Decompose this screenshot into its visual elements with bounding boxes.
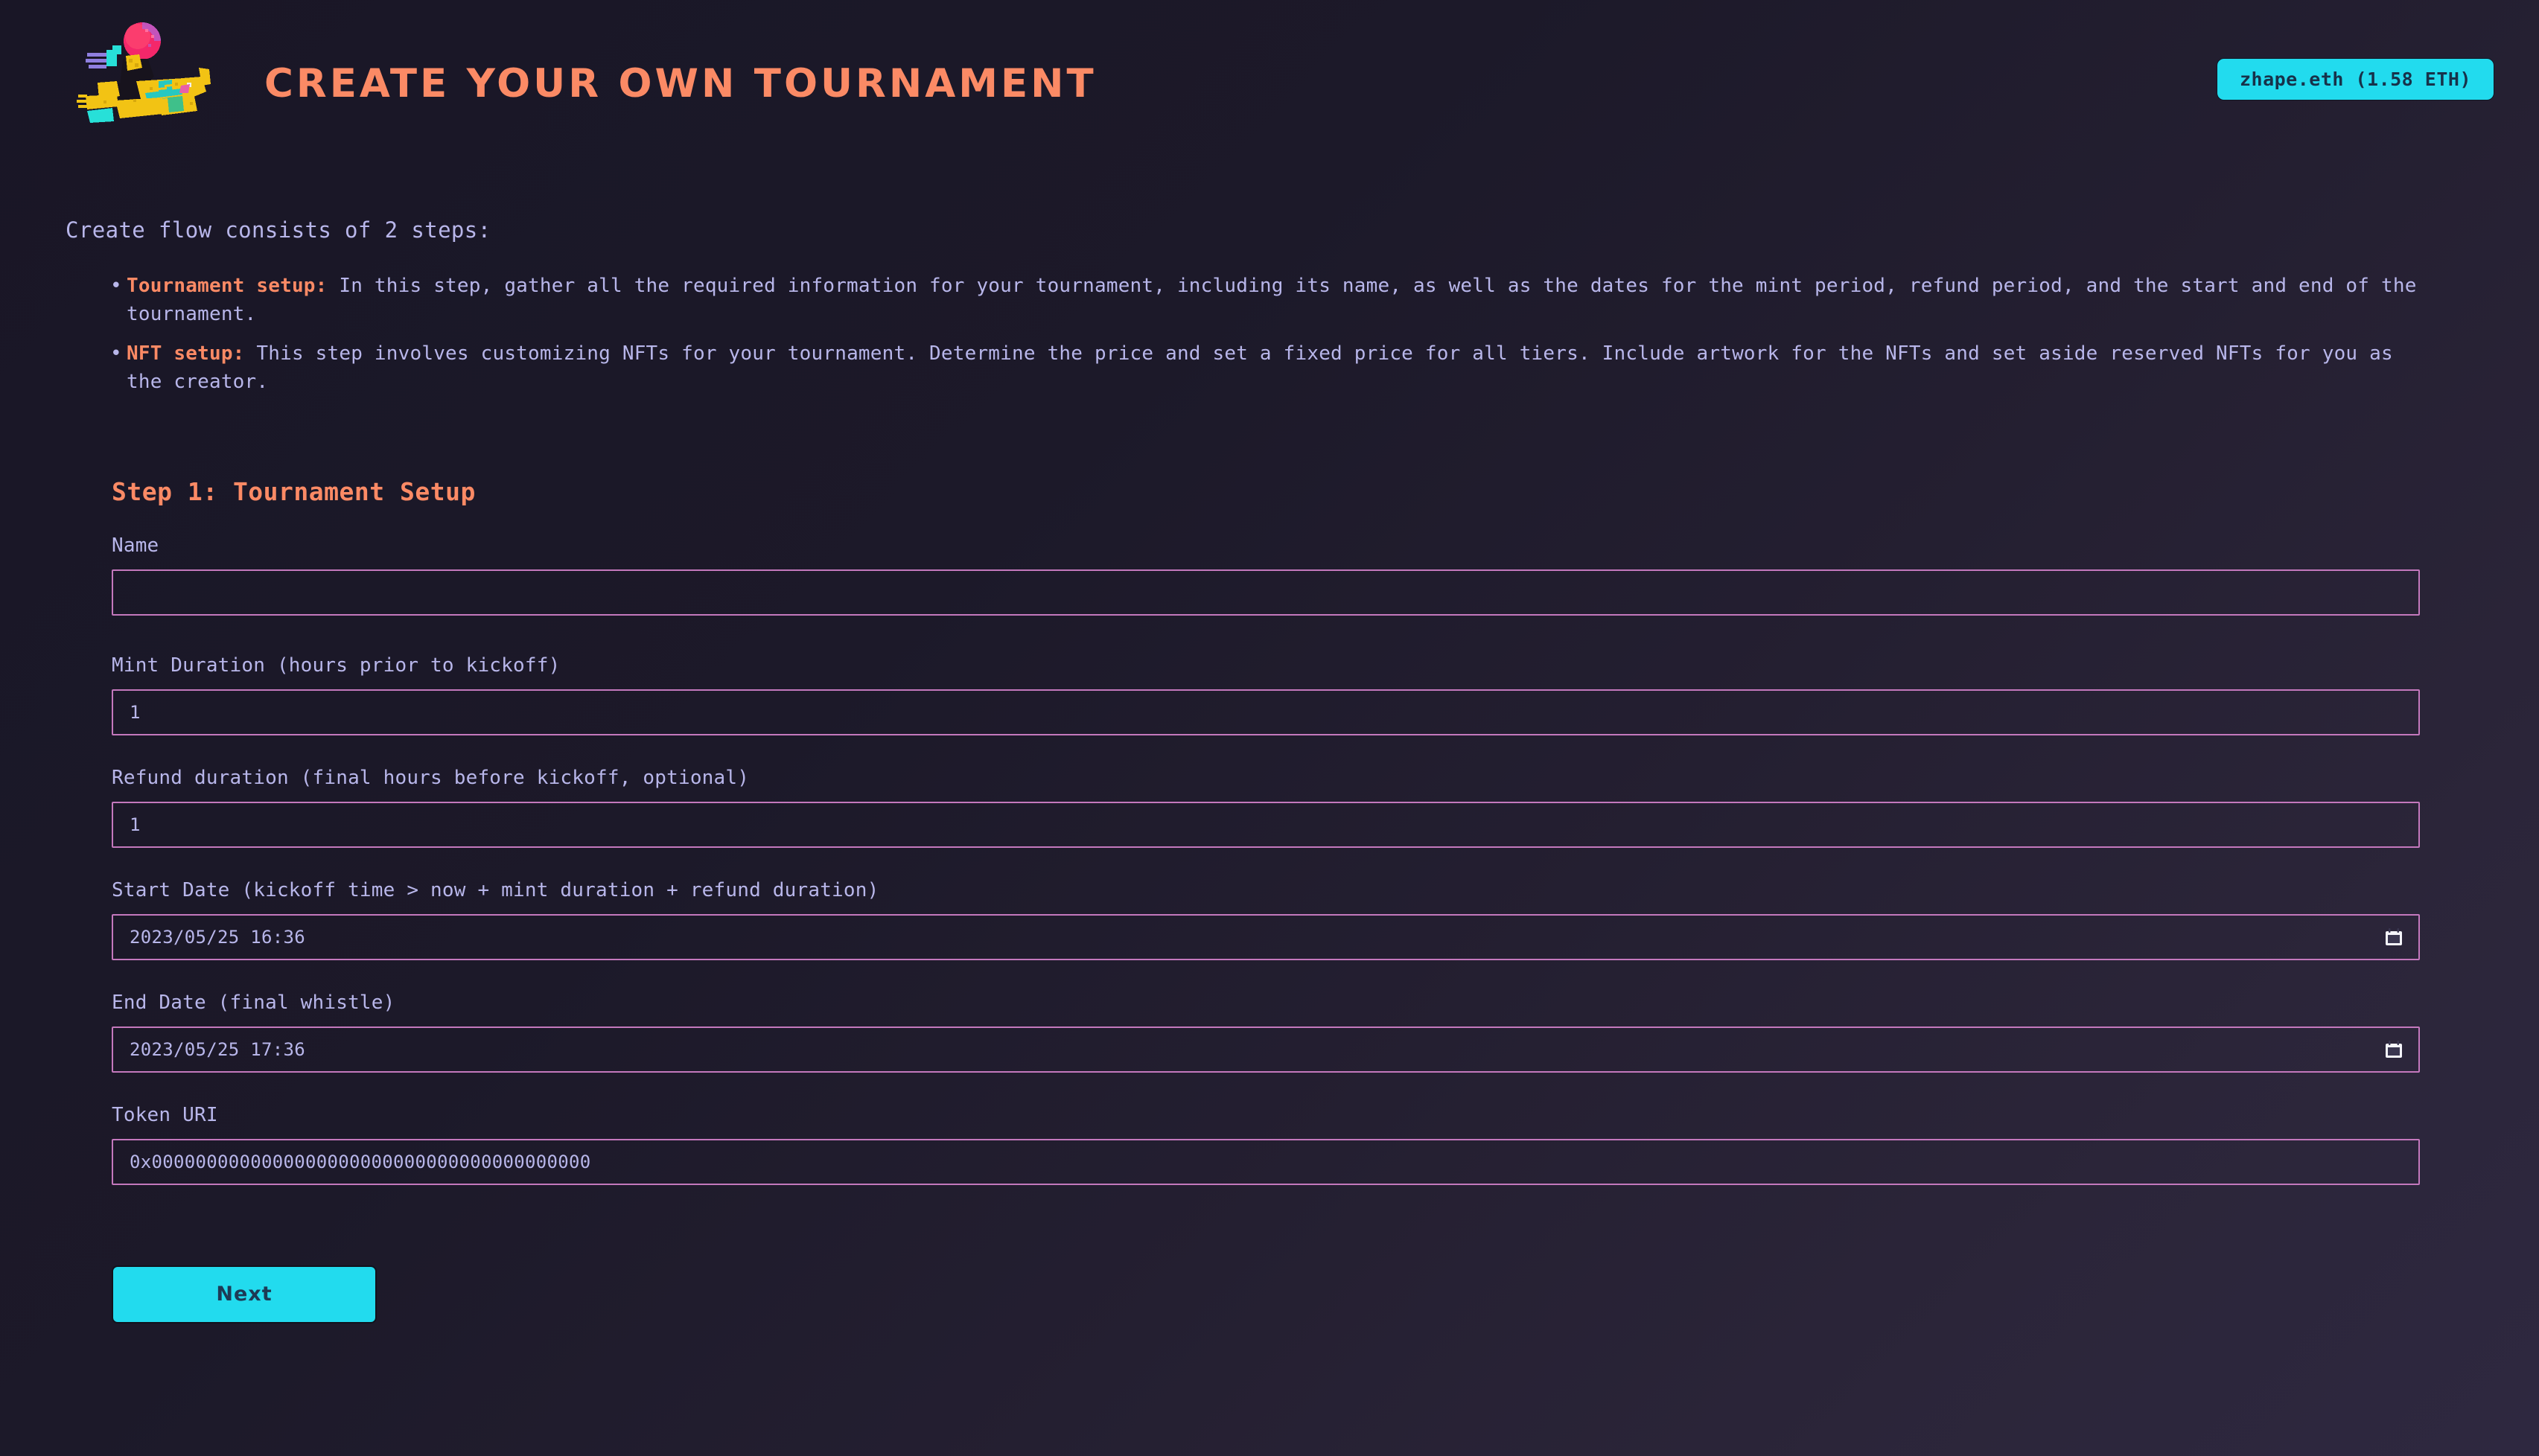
page-header: CREATE YOUR OWN TOURNAMENT zhape.eth (1.… xyxy=(0,0,2539,167)
field-token-uri: Token URI xyxy=(112,1104,2420,1185)
label-start-date: Start Date (kickoff time > now + mint du… xyxy=(112,878,879,901)
list-item: Tournament setup: In this step, gather a… xyxy=(110,272,2433,328)
main-content: Create flow consists of 2 steps: Tournam… xyxy=(0,217,2539,1390)
next-button[interactable]: Next xyxy=(112,1265,377,1324)
site-logo-icon xyxy=(71,13,212,154)
calendar-icon[interactable] xyxy=(2384,927,2403,947)
label-end-date: End Date (final whistle) xyxy=(112,991,395,1014)
wallet-badge[interactable]: zhape.eth (1.58 ETH) xyxy=(2216,58,2494,100)
end-date-wrap xyxy=(112,1026,2420,1073)
step-heading: Step 1: Tournament Setup xyxy=(112,476,476,506)
label-token-uri: Token URI xyxy=(112,1103,218,1126)
calendar-icon[interactable] xyxy=(2384,1040,2403,1059)
steps-list: Tournament setup: In this step, gather a… xyxy=(110,272,2433,397)
list-item: NFT setup: This step involves customizin… xyxy=(110,340,2433,396)
bullet-text: This step involves customizing NFTs for … xyxy=(127,342,2393,394)
page-title: CREATE YOUR OWN TOURNAMENT xyxy=(264,60,1097,106)
tournament-setup-form: Name Mint Duration (hours prior to kicko… xyxy=(112,534,2420,1324)
token-uri-input[interactable] xyxy=(112,1138,2420,1185)
label-mint-duration: Mint Duration (hours prior to kickoff) xyxy=(112,654,561,677)
field-mint-duration: Mint Duration (hours prior to kickoff) xyxy=(112,654,2420,735)
field-refund-duration: Refund duration (final hours before kick… xyxy=(112,767,2420,848)
name-input[interactable] xyxy=(112,569,2420,616)
end-date-input[interactable] xyxy=(112,1026,2420,1073)
label-refund-duration: Refund duration (final hours before kick… xyxy=(112,766,750,789)
refund-duration-input[interactable] xyxy=(112,801,2420,848)
brand: CREATE YOUR OWN TOURNAMENT xyxy=(0,13,1097,154)
mint-duration-input[interactable] xyxy=(112,689,2420,735)
start-date-wrap xyxy=(112,913,2420,960)
start-date-input[interactable] xyxy=(112,913,2420,960)
field-end-date: End Date (final whistle) xyxy=(112,992,2420,1073)
label-name: Name xyxy=(112,534,159,557)
bullet-lead: Tournament setup: xyxy=(127,275,328,297)
bullet-lead: NFT setup: xyxy=(127,342,245,365)
field-name: Name xyxy=(112,534,2420,616)
bullet-text: In this step, gather all the required in… xyxy=(127,275,2417,325)
field-start-date: Start Date (kickoff time > now + mint du… xyxy=(112,879,2420,960)
intro-line: Create flow consists of 2 steps: xyxy=(66,217,491,243)
